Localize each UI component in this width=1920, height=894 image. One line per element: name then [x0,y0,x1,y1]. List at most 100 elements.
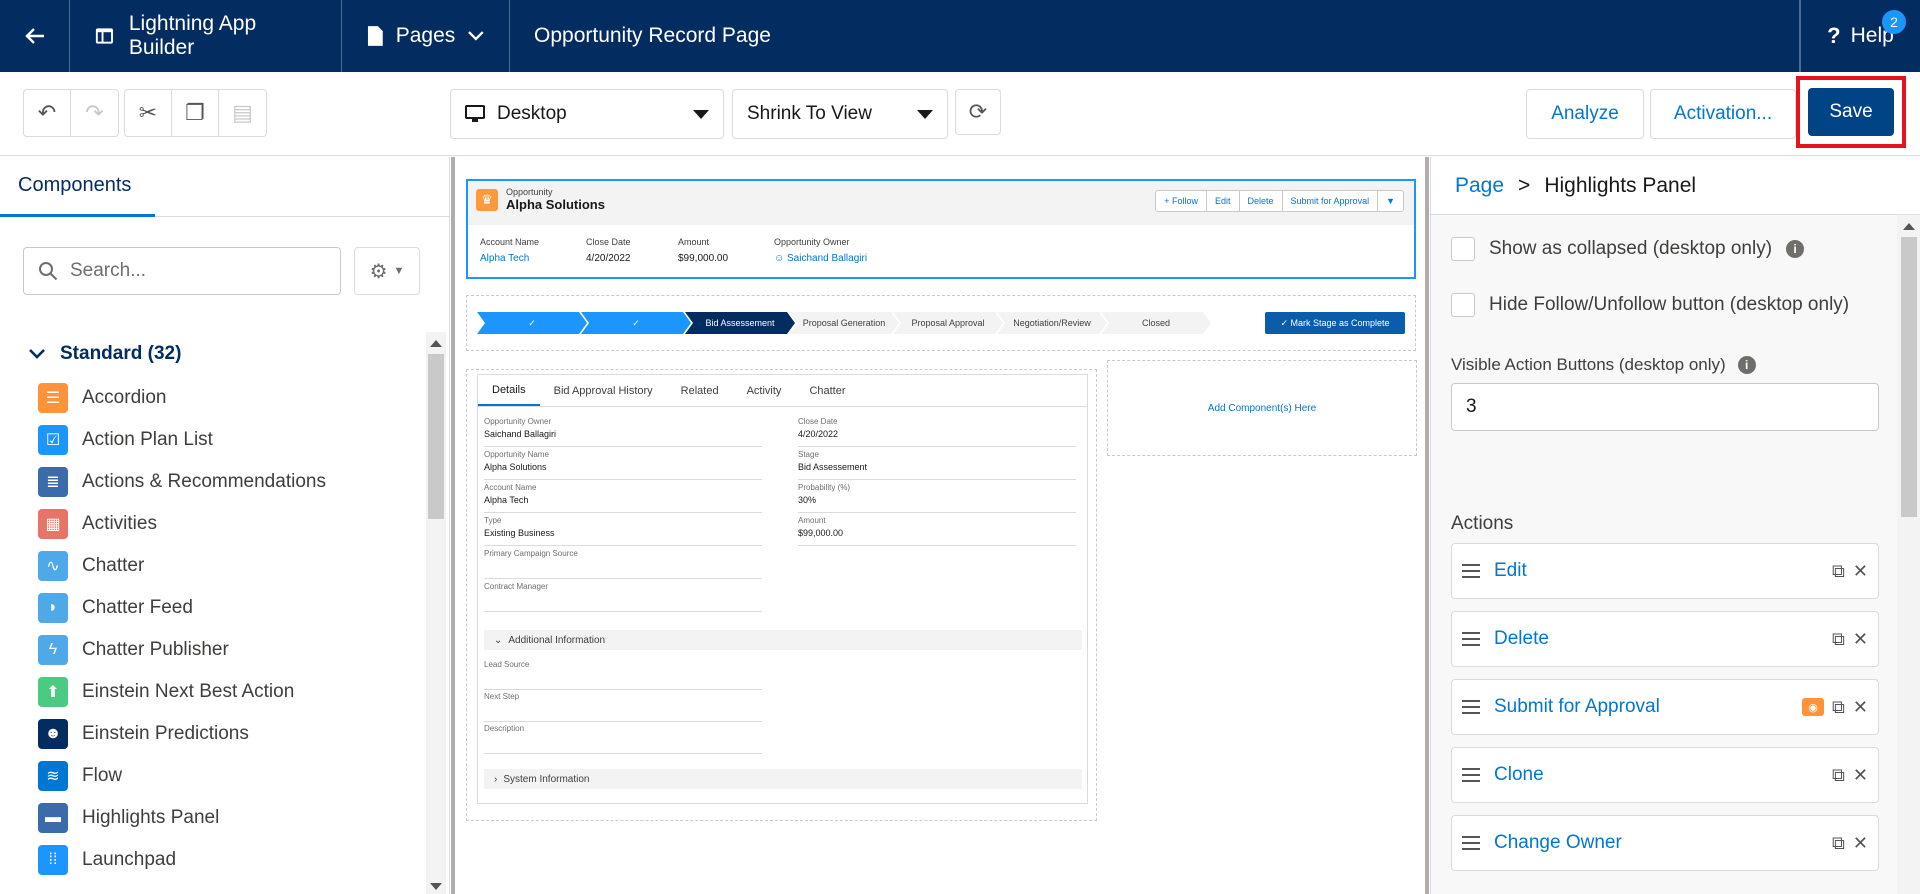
activation-button[interactable]: Activation... [1650,89,1796,139]
component-item[interactable]: ▦ Activities [38,503,418,545]
field-value[interactable]: ☺ Saichand Ballagiri [774,253,867,264]
close-icon[interactable]: ✕ [1853,561,1868,582]
undo-button[interactable]: ↶ [24,90,71,136]
drag-handle-icon[interactable] [1462,836,1480,850]
help-button[interactable]: ? Help 2 [1800,0,1920,72]
scroll-thumb[interactable] [428,354,444,519]
follow-button[interactable]: + Follow [1156,191,1207,211]
device-visibility-icon[interactable]: ⧉ [1832,697,1845,718]
additional-info-section[interactable]: ⌄ Additional Information [484,630,1082,650]
path-stage[interactable]: Bid Assessement [685,312,795,334]
add-component-dropzone[interactable]: Add Component(s) Here [1107,360,1417,456]
action-label[interactable]: Delete [1494,628,1818,650]
tabs-component-preview[interactable]: Details Bid Approval History Related Activi… [466,369,1097,821]
action-item[interactable]: Edit ⧉ ✕ [1451,543,1879,599]
settings-menu-button[interactable]: ⚙ ▼ [354,247,420,295]
search-input[interactable]: Search... [23,247,341,295]
breadcrumb-page-link[interactable]: Page [1455,174,1504,198]
paste-button[interactable]: ▤ [219,90,266,136]
action-item[interactable]: Change Owner ⧉ ✕ [1451,815,1879,871]
path-stage[interactable]: Proposal Generation [789,312,899,334]
standard-section-toggle[interactable]: Standard (32) [28,343,181,365]
close-icon[interactable]: ✕ [1853,765,1868,786]
app-name: Lightning App Builder [70,0,342,72]
tab-bid-approval-history[interactable]: Bid Approval History [540,375,667,406]
scroll-up-icon[interactable] [1903,223,1915,230]
close-icon[interactable]: ✕ [1853,833,1868,854]
action-tools: ⧉ ✕ [1832,561,1878,582]
hp-field-amount: Amount $99,000.00 [678,237,728,264]
highlights-panel-preview[interactable]: ♛ Opportunity Alpha Solutions + Follow E… [466,179,1416,279]
path-stage[interactable]: ✓ [581,312,691,334]
device-visibility-icon[interactable]: ⧉ [1832,561,1845,582]
action-label[interactable]: Edit [1494,560,1818,582]
submit-approval-button[interactable]: Submit for Approval [1283,191,1379,211]
device-visibility-icon[interactable]: ⧉ [1832,765,1845,786]
zoom-select[interactable]: Shrink To View [732,89,948,139]
scroll-down-icon[interactable] [430,883,442,890]
component-item[interactable]: ☑ Action Plan List [38,419,418,461]
delete-button[interactable]: Delete [1240,191,1283,211]
edit-button[interactable]: Edit [1207,191,1240,211]
cut-button[interactable]: ✂ [125,90,172,136]
device-select[interactable]: Desktop [450,89,724,139]
drag-handle-icon[interactable] [1462,700,1480,714]
more-actions-button[interactable]: ▼ [1378,191,1403,211]
tab-chatter[interactable]: Chatter [795,375,859,406]
back-button[interactable] [0,0,70,72]
info-icon[interactable]: i [1786,240,1805,258]
tab-related[interactable]: Related [667,375,733,406]
action-label[interactable]: Submit for Approval [1494,696,1788,718]
device-visibility-icon[interactable]: ⧉ [1832,629,1845,650]
action-label[interactable]: Change Owner [1494,832,1818,854]
visibility-icon[interactable]: ◉ [1802,698,1825,716]
component-item[interactable]: ∿ Chatter [38,545,418,587]
scroll-up-icon[interactable] [430,340,442,347]
pages-menu[interactable]: Pages [342,0,510,72]
component-item[interactable]: ☰ Accordion [38,377,418,419]
analyze-button[interactable]: Analyze [1526,89,1644,139]
properties-scrollbar[interactable] [1897,215,1920,894]
component-item[interactable]: ≋ Flow [38,755,418,797]
tab-activity[interactable]: Activity [733,375,796,406]
close-icon[interactable]: ✕ [1853,697,1868,718]
info-icon[interactable]: i [1737,356,1756,374]
device-visibility-icon[interactable]: ⧉ [1832,833,1845,854]
visible-actions-input[interactable]: 3 [1451,383,1879,431]
drag-handle-icon[interactable] [1462,632,1480,646]
action-item[interactable]: Delete ⧉ ✕ [1451,611,1879,667]
show-collapsed-checkbox[interactable] [1451,237,1475,261]
copy-button[interactable]: ❐ [172,90,219,136]
component-item[interactable]: ≣ Actions & Recommendations [38,461,418,503]
drag-handle-icon[interactable] [1462,768,1480,782]
action-label[interactable]: Clone [1494,764,1818,786]
refresh-button[interactable]: ⟳ [955,89,1001,135]
mark-stage-complete-button[interactable]: ✓ Mark Stage as Complete [1265,312,1405,334]
path-component-preview[interactable]: ✓ ✓ Bid Assessement Proposal Generation Prop… [466,295,1416,351]
close-icon[interactable]: ✕ [1853,629,1868,650]
hide-follow-checkbox[interactable] [1451,293,1475,317]
scroll-thumb[interactable] [1901,237,1917,517]
tab-components[interactable]: Components [0,157,155,217]
save-button[interactable]: Save [1808,88,1894,136]
component-item[interactable]: ◗ Chatter Feed [38,587,418,629]
component-item[interactable]: ☻ Einstein Predictions [38,713,418,755]
action-item[interactable]: Submit for Approval ◉ ⧉ ✕ [1451,679,1879,735]
drag-handle-icon[interactable] [1462,564,1480,578]
component-item[interactable]: ϟ Chatter Publisher [38,629,418,671]
component-item[interactable]: ⬆ Einstein Next Best Action [38,671,418,713]
component-item[interactable]: ▬ Highlights Panel [38,797,418,839]
field-value[interactable]: Saichand Ballagiri [484,429,762,439]
path-stage[interactable]: ✓ [477,312,587,334]
field-value[interactable]: Alpha Tech [484,495,762,505]
component-item[interactable]: ⁞⁞ Launchpad [38,839,418,881]
path-stage[interactable]: Negotiation/Review [997,312,1107,334]
field-value[interactable]: Alpha Tech [480,253,539,264]
path-stage[interactable]: Closed [1101,312,1211,334]
tab-details[interactable]: Details [478,375,540,406]
path-stage[interactable]: Proposal Approval [893,312,1003,334]
redo-button[interactable]: ↷ [71,90,118,136]
components-scrollbar[interactable] [426,332,446,894]
action-item[interactable]: Clone ⧉ ✕ [1451,747,1879,803]
system-info-section[interactable]: › System Information [484,769,1082,789]
